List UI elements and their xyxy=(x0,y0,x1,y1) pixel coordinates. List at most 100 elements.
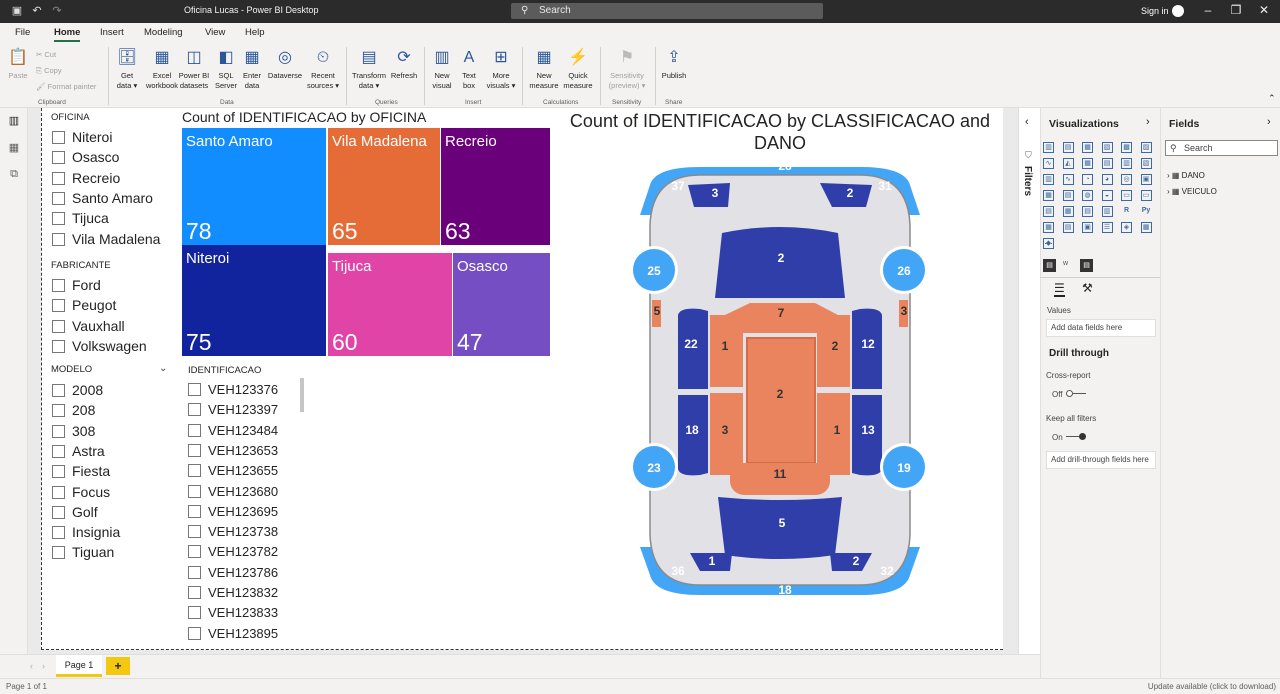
checkbox[interactable] xyxy=(52,232,65,246)
update-available-link[interactable]: Update available (click to download) xyxy=(1148,682,1276,691)
visual-type-icon[interactable]: ◈ xyxy=(1121,222,1132,233)
visual-type-icon[interactable]: ◕ xyxy=(1101,174,1113,185)
page-tab[interactable]: Page 1 xyxy=(56,655,102,677)
slicer-slicer_modelo-item[interactable]: Insignia xyxy=(52,524,120,540)
slicer-slicer_ident-item[interactable]: VEH123397 xyxy=(188,402,278,418)
format-painter-button[interactable]: 🖌 Format painter xyxy=(36,82,96,91)
checkbox[interactable] xyxy=(188,626,201,640)
visual-type-icon[interactable]: ◎ xyxy=(1121,174,1132,185)
visual-type-icon[interactable]: ▣ xyxy=(1140,174,1152,185)
slicer-slicer_modelo-item[interactable]: 308 xyxy=(52,423,95,439)
slicer-slicer_modelo-item[interactable]: 2008 xyxy=(52,382,103,398)
slicer-slicer_ident-item[interactable]: VEH123655 xyxy=(188,463,278,479)
slicer-slicer_ident-item[interactable]: VEH123376 xyxy=(188,382,278,398)
checkbox[interactable] xyxy=(52,404,65,418)
slicer-slicer_ident-item[interactable]: VEH123782 xyxy=(188,544,278,560)
slicer-slicer_fabricante-item[interactable]: Vauxhall xyxy=(52,318,125,334)
menu-help[interactable]: Help xyxy=(245,27,265,38)
field-table-dano[interactable]: › ▦ DANO xyxy=(1167,171,1205,180)
visual-type-icon[interactable]: ▦ xyxy=(1043,190,1054,201)
treemap-tile-1[interactable]: Vila Madalena 65 xyxy=(328,128,440,245)
checkbox[interactable] xyxy=(52,339,65,353)
visual-type-icon[interactable]: ∿ xyxy=(1043,158,1054,169)
save-icon[interactable]: ▣ xyxy=(10,4,24,18)
search-box[interactable]: ⚲ Search xyxy=(511,3,823,19)
checkbox[interactable] xyxy=(52,319,65,333)
menu-home[interactable]: Home xyxy=(54,27,81,42)
visual-type-icon[interactable]: ▧ xyxy=(1101,142,1113,153)
report-view-icon[interactable]: ▥ xyxy=(7,114,21,128)
paste-button[interactable]: 📋 Paste xyxy=(6,48,30,81)
visual-type-icon[interactable]: ▥ xyxy=(1043,174,1054,185)
queries-button-0[interactable]: ▤ Transform data ▾ xyxy=(352,48,386,91)
checkbox[interactable] xyxy=(52,485,65,499)
treemap-tile-0[interactable]: Santo Amaro 78 xyxy=(182,128,326,245)
slicer-slicer_ident-item[interactable]: VEH123786 xyxy=(188,565,278,581)
slicer-slicer_modelo-item[interactable]: Focus xyxy=(52,484,110,500)
visual-type-icon[interactable]: ▭ xyxy=(1140,190,1152,201)
slicer-slicer_oficina-item[interactable]: Santo Amaro xyxy=(52,190,153,206)
insert-button-0[interactable]: ▥ New visual xyxy=(430,48,454,91)
treemap-tile-5[interactable]: Osasco 47 xyxy=(453,253,550,356)
visual-type-icon[interactable]: ☰ xyxy=(1101,222,1113,233)
checkbox[interactable] xyxy=(188,525,201,539)
checkbox[interactable] xyxy=(52,526,65,540)
visual-type-icon[interactable]: ▦ xyxy=(1082,158,1093,169)
calculations-button-0[interactable]: ▦ New measure xyxy=(528,48,560,91)
insert-button-2[interactable]: ⊞ More visuals ▾ xyxy=(484,48,518,91)
checkbox[interactable] xyxy=(188,565,201,579)
data-button-2[interactable]: ◫ Power BI datasets xyxy=(176,48,212,91)
slicer-slicer_ident-item[interactable]: VEH123680 xyxy=(188,484,278,500)
slicer-slicer_oficina-item[interactable]: Recreio xyxy=(52,170,120,186)
menu-insert[interactable]: Insert xyxy=(100,27,124,38)
visual-type-icon[interactable]: ▣ xyxy=(1082,222,1093,233)
visual-type-icon[interactable]: ◔ xyxy=(1082,174,1093,185)
queries-button-1[interactable]: ⟳ Refresh xyxy=(389,48,419,81)
visual-type-icon[interactable]: ▦ xyxy=(1062,206,1074,217)
checkbox[interactable] xyxy=(188,545,201,559)
visual-type-icon[interactable]: ▥ xyxy=(1121,158,1132,169)
fields-search-input[interactable]: ⚲ Search xyxy=(1165,140,1278,156)
checkbox[interactable] xyxy=(52,465,65,479)
chevron-down-icon[interactable]: ⌄ xyxy=(159,363,167,374)
visual-type-icon[interactable]: ▤ xyxy=(1101,158,1113,169)
data-button-1[interactable]: ▦ Excel workbook xyxy=(145,48,179,91)
custom-visual-icon[interactable]: ▤ xyxy=(1080,259,1093,272)
chevron-left-icon[interactable]: ‹ xyxy=(1025,116,1029,128)
visual-type-icon[interactable]: ▩ xyxy=(1121,142,1132,153)
slicer-slicer_ident-item[interactable]: VEH123484 xyxy=(188,423,278,439)
checkbox[interactable] xyxy=(52,131,65,144)
format-brush-icon[interactable]: ⚒ xyxy=(1082,281,1093,295)
undo-icon[interactable]: ↶ xyxy=(30,4,44,18)
sensitivity-button-0[interactable]: ⚑ Sensitivity (preview) ▾ xyxy=(605,48,649,91)
slicer-slicer_fabricante-item[interactable]: Ford xyxy=(52,277,101,293)
model-view-icon[interactable]: ⧉ xyxy=(7,168,21,182)
slicer-slicer_modelo-item[interactable]: Tiguan xyxy=(52,544,114,560)
slicer-slicer_fabricante-item[interactable]: Peugot xyxy=(52,297,116,313)
add-page-button[interactable]: + xyxy=(106,657,130,675)
visual-type-icon[interactable]: ▦ xyxy=(1140,222,1152,233)
checkbox[interactable] xyxy=(188,383,201,396)
treemap-tile-2[interactable]: Recreio 63 xyxy=(441,128,550,245)
visual-type-icon[interactable]: R xyxy=(1121,206,1132,217)
scrollbar[interactable] xyxy=(300,378,304,412)
filters-pane[interactable]: ‹ ⛉ Filters xyxy=(1018,108,1040,654)
visual-type-icon[interactable]: ▥ xyxy=(1101,206,1113,217)
insert-button-1[interactable]: A Text box xyxy=(457,48,481,91)
checkbox[interactable] xyxy=(188,443,201,457)
visual-type-icon[interactable]: ∿ xyxy=(1062,174,1074,185)
minimize-icon[interactable]: – xyxy=(1198,3,1218,17)
data-view-icon[interactable]: ▦ xyxy=(7,141,21,155)
avatar[interactable] xyxy=(1172,5,1184,17)
visual-type-icon[interactable]: ▤ xyxy=(1062,190,1074,201)
checkbox[interactable] xyxy=(52,171,65,185)
slicer-slicer_ident-item[interactable]: VEH123653 xyxy=(188,443,278,459)
field-table-veiculo[interactable]: › ▦ VEICULO xyxy=(1167,187,1217,196)
sign-in-link[interactable]: Sign in xyxy=(1141,6,1169,16)
data-button-5[interactable]: ◎ Dataverse xyxy=(266,48,304,81)
car-mirror-left[interactable] xyxy=(688,183,730,207)
more-visuals-icon[interactable]: ··· xyxy=(1044,238,1053,248)
collapse-ribbon-icon[interactable]: ⌃ xyxy=(1268,93,1276,104)
checkbox[interactable] xyxy=(52,505,65,519)
visual-type-icon[interactable]: ▨ xyxy=(1140,142,1152,153)
